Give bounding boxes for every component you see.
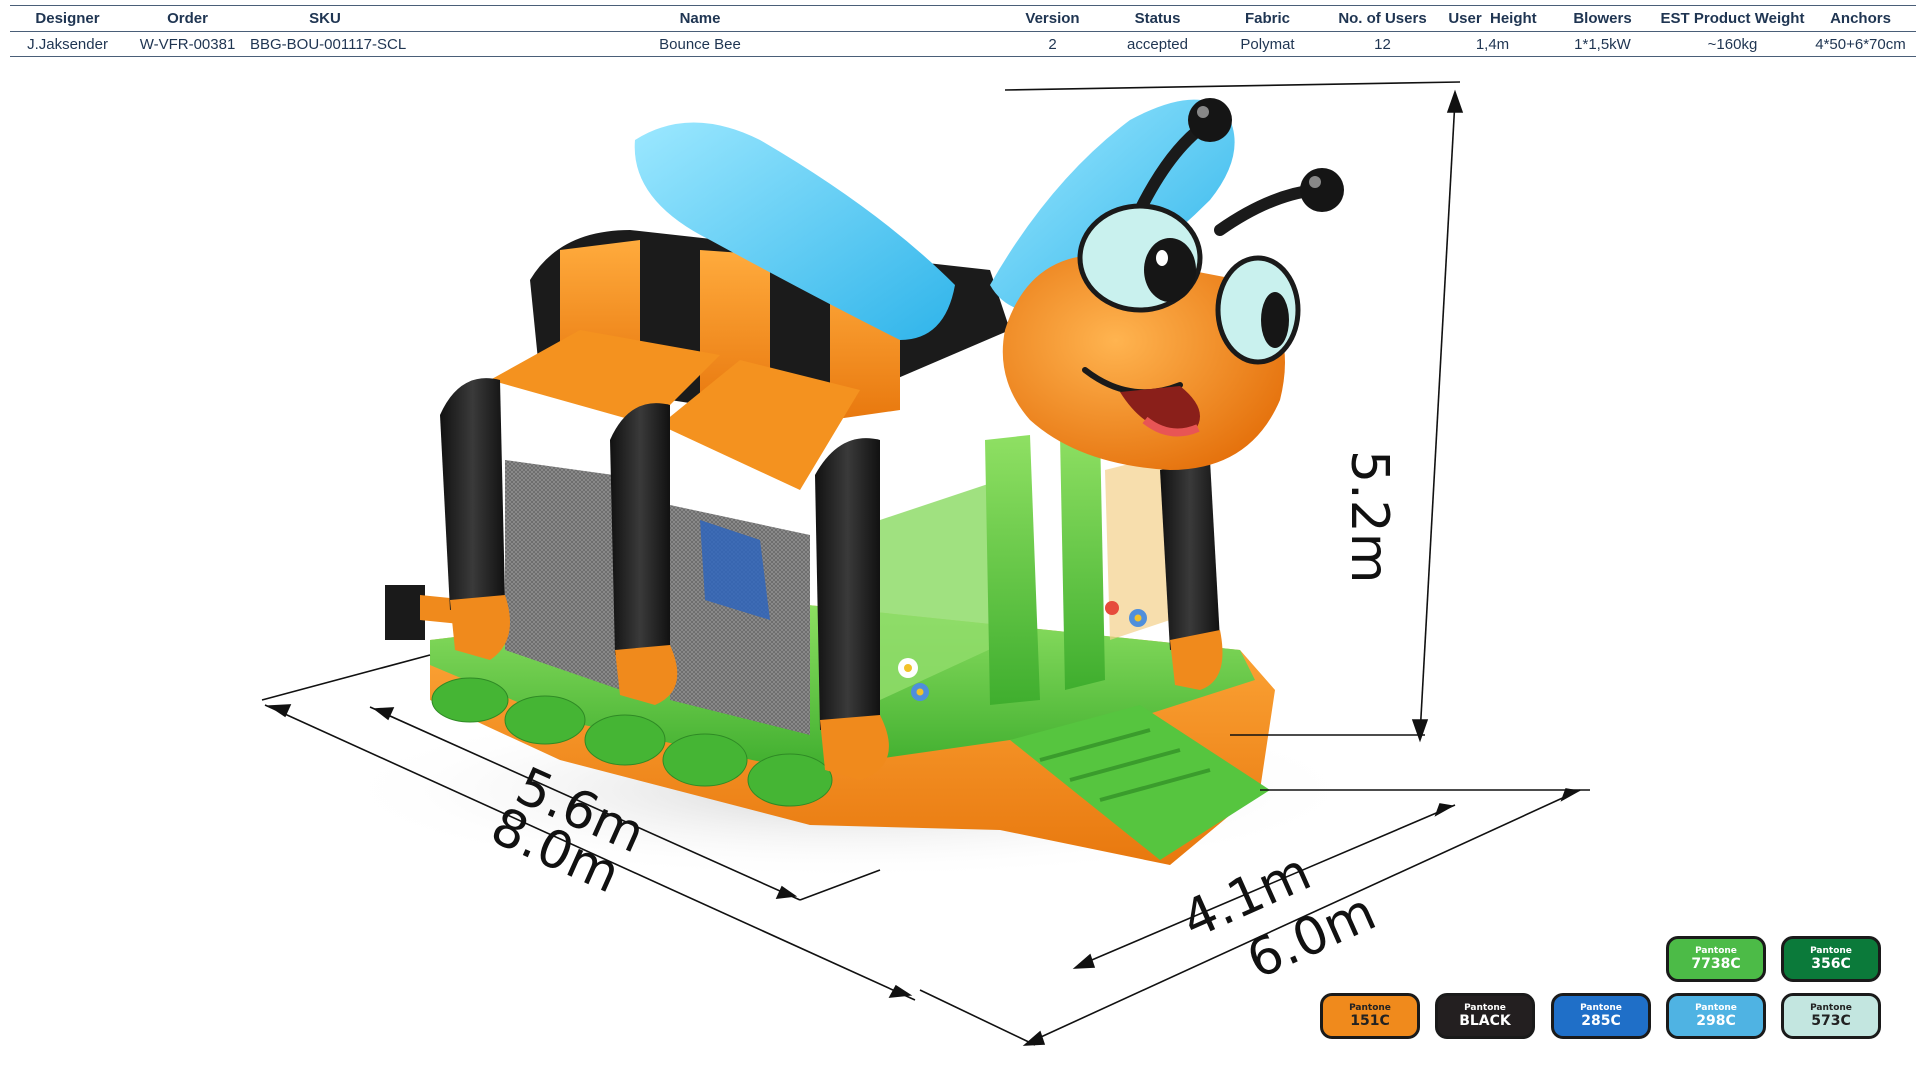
swatch-151c: Pantone 151C: [1320, 993, 1420, 1039]
header-sku: SKU: [250, 5, 400, 32]
header-weight: EST Product Weight: [1660, 5, 1805, 32]
cell-designer: J.Jaksender: [10, 31, 125, 57]
header-name: Name: [400, 5, 1000, 32]
header-user-height: User Height: [1440, 5, 1545, 32]
header-order: Order: [125, 5, 250, 32]
product-render: 5.2m 5.6m 8.0m 4.1m 6.0m: [0, 60, 1920, 1060]
header-version: Version: [1000, 5, 1105, 32]
cell-order: W-VFR-00381: [125, 31, 250, 57]
swatch-356c: Pantone 356C: [1781, 936, 1881, 982]
swatch-black: Pantone BLACK: [1435, 993, 1535, 1039]
cell-anchors: 4*50+6*70cm: [1805, 31, 1916, 57]
swatch-285c: Pantone 285C: [1551, 993, 1651, 1039]
cell-name: Bounce Bee: [400, 31, 1000, 57]
swatch-298c: Pantone 298C: [1666, 993, 1766, 1039]
cell-status: accepted: [1105, 31, 1210, 57]
header-status: Status: [1105, 5, 1210, 32]
header-anchors: Anchors: [1805, 5, 1916, 32]
cell-weight: ~160kg: [1660, 31, 1805, 57]
cell-fabric: Polymat: [1210, 31, 1325, 57]
header-designer: Designer: [10, 5, 125, 32]
swatch-573c: Pantone 573C: [1781, 993, 1881, 1039]
cell-users: 12: [1325, 31, 1440, 57]
header-users: No. of Users: [1325, 5, 1440, 32]
dim-height-label: 5.2m: [1339, 450, 1399, 584]
bounce-bee-illustration: [261, 81, 1590, 1046]
cell-user-height: 1,4m: [1440, 31, 1545, 57]
table-row: J.Jaksender W-VFR-00381 BBG-BOU-001117-S…: [10, 31, 1916, 57]
cell-sku: BBG-BOU-001117-SCL: [250, 31, 406, 57]
cell-blowers: 1*1,5kW: [1545, 31, 1660, 57]
table-header-row: Designer Order SKU Name Version Status F…: [10, 5, 1916, 32]
header-blowers: Blowers: [1545, 5, 1660, 32]
cell-version: 2: [1000, 31, 1105, 57]
header-fabric: Fabric: [1210, 5, 1325, 32]
swatch-7738c: Pantone 7738C: [1666, 936, 1766, 982]
spec-table: Designer Order SKU Name Version Status F…: [10, 5, 1916, 57]
